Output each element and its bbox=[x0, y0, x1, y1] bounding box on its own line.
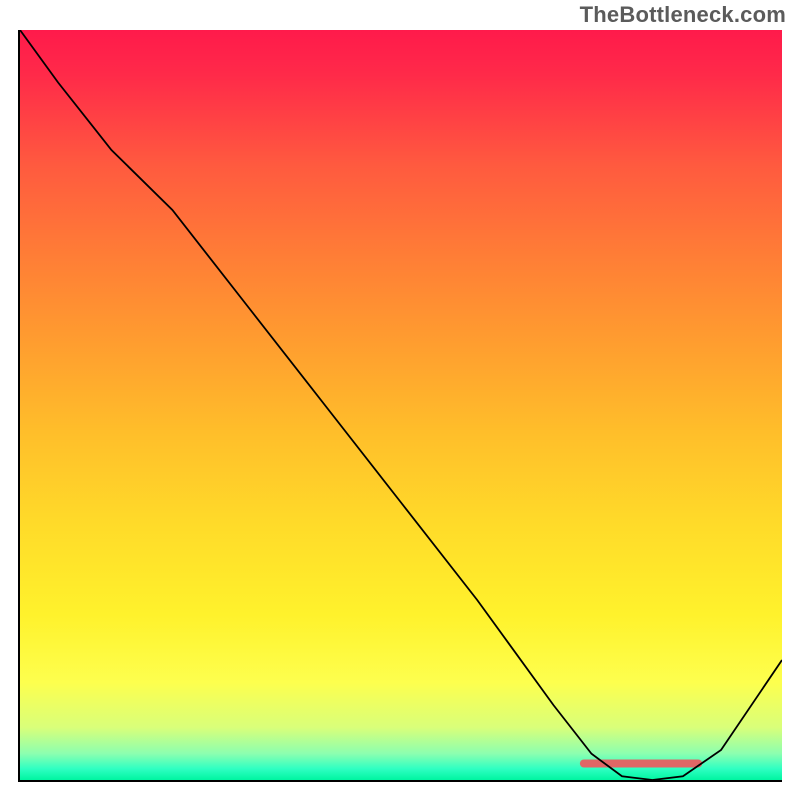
watermark-text: TheBottleneck.com bbox=[580, 2, 786, 28]
bottleneck-curve bbox=[20, 30, 782, 780]
plot-area bbox=[20, 30, 782, 780]
chart-root: TheBottleneck.com bbox=[0, 0, 800, 800]
curve-layer bbox=[20, 30, 782, 780]
plot-frame bbox=[18, 30, 782, 782]
